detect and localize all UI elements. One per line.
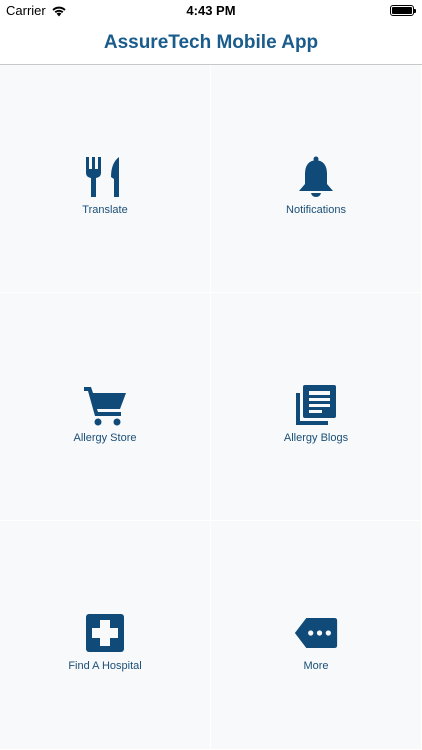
more-tag-icon [294,611,338,655]
newspaper-icon [294,383,338,427]
menu-grid: Translate Notifications Allergy Store Al… [0,65,422,750]
allergy-blogs-tile[interactable]: Allergy Blogs [211,293,422,521]
allergy-blogs-label: Allergy Blogs [283,432,349,444]
fork-knife-icon [83,155,127,199]
bell-icon [294,155,338,199]
battery-icon [390,5,416,16]
notifications-label: Notifications [286,204,346,216]
navigation-bar: AssureTech Mobile App [0,22,422,65]
allergy-store-tile[interactable]: Allergy Store [0,293,211,521]
shopping-cart-icon [83,383,127,427]
find-a-hospital-tile[interactable]: Find A Hospital [0,521,211,750]
status-time: 4:43 PM [186,3,236,18]
allergy-store-label: Allergy Store [73,432,137,444]
translate-tile[interactable]: Translate [0,65,211,293]
translate-label: Translate [82,204,128,216]
more-label: More [303,660,329,672]
notifications-tile[interactable]: Notifications [211,65,422,293]
find-a-hospital-label: Find A Hospital [68,660,142,672]
more-tile[interactable]: More [211,521,422,750]
status-bar: Carrier 4:43 PM [0,0,422,22]
medical-cross-icon [83,611,127,655]
page-title: AssureTech Mobile App [103,32,319,53]
